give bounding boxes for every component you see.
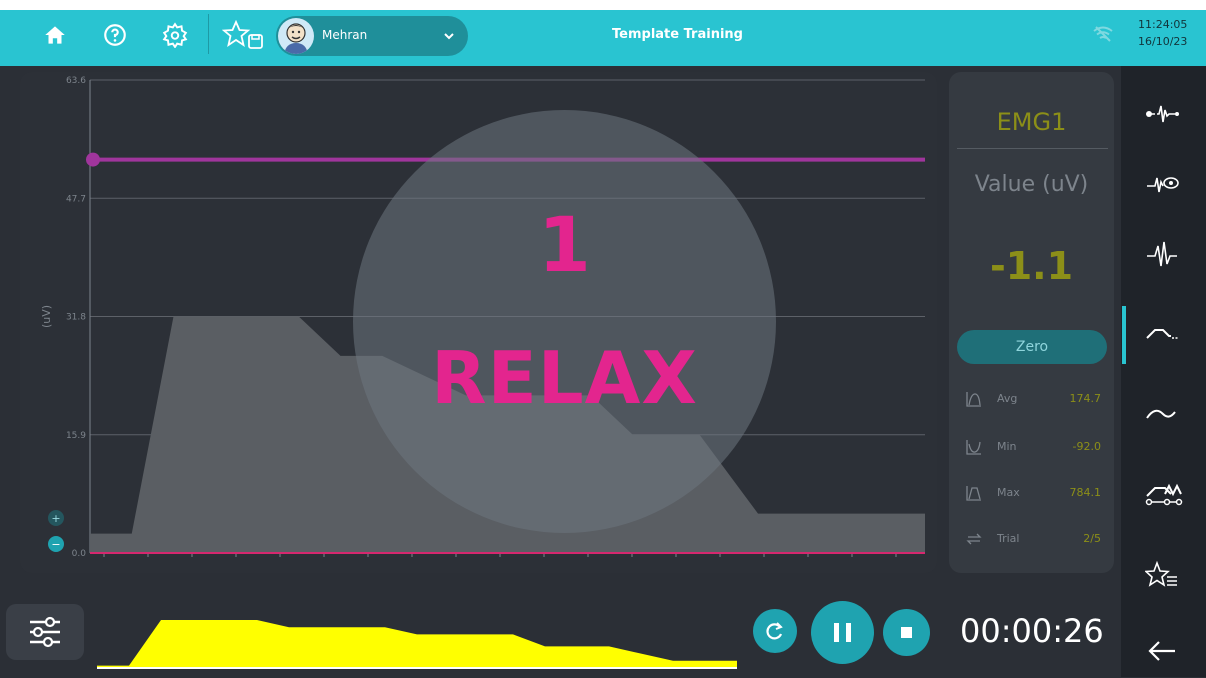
- stat-max: Max 784.1: [965, 482, 1105, 506]
- stat-avg: Avg 174.7: [965, 388, 1105, 412]
- stop-button[interactable]: [883, 609, 930, 656]
- stat-label: Trial: [997, 532, 1020, 545]
- value-readout: -1.1: [989, 244, 1074, 288]
- countdown-number: 1: [538, 200, 591, 289]
- stat-trial: Trial 2/5: [965, 528, 1105, 552]
- avg-icon: [966, 392, 981, 407]
- user-selector[interactable]: Mehran: [276, 16, 468, 56]
- pause-button[interactable]: [811, 601, 874, 664]
- curve-icon: [1146, 409, 1176, 419]
- sidebar-item-favorites[interactable]: [1121, 546, 1206, 602]
- sidebar-item-raw-signal[interactable]: [1121, 226, 1206, 282]
- clock-date: 16/10/23: [1138, 35, 1188, 48]
- y-axis-label: (uV): [40, 305, 53, 328]
- restart-icon: [766, 622, 783, 640]
- clock-time: 11:24:05: [1138, 18, 1188, 31]
- stat-value: 2/5: [1083, 532, 1101, 545]
- y-tick-label: 31.8: [66, 313, 86, 323]
- sidebar-item-emg-signal[interactable]: [1121, 86, 1206, 142]
- sidebar-item-back[interactable]: [1121, 622, 1206, 678]
- restart-button[interactable]: [753, 609, 797, 653]
- template-icon: [1146, 329, 1179, 339]
- sidebar-item-signal-view[interactable]: [1121, 156, 1206, 212]
- instruction-text: RELAX: [431, 336, 698, 420]
- signal-view-icon: [1147, 177, 1179, 193]
- sidebar-item-curve[interactable]: [1121, 386, 1206, 442]
- mini-template-area: [97, 620, 737, 668]
- stat-value: -92.0: [1072, 440, 1101, 453]
- sidebar-item-template[interactable]: [1121, 306, 1206, 362]
- channel-divider: [957, 148, 1108, 149]
- top-edge: [0, 0, 1206, 10]
- raw-signal-icon: [1147, 241, 1177, 267]
- zero-button[interactable]: Zero: [957, 330, 1107, 364]
- trial-icon: [966, 533, 982, 545]
- pause-icon: [834, 623, 851, 642]
- value-label: Value (uV): [974, 172, 1089, 197]
- zoom-out-label: −: [51, 538, 60, 551]
- stat-label: Avg: [997, 392, 1018, 405]
- max-icon: [966, 486, 981, 501]
- min-icon: [966, 440, 981, 455]
- stat-label: Min: [997, 440, 1017, 453]
- user-name: Mehran: [322, 28, 368, 42]
- mini-template-overview: [97, 620, 737, 669]
- session-timer: 00:00:26: [960, 612, 1104, 650]
- toolbar-separator: [208, 14, 209, 54]
- right-sidebar: [1121, 66, 1206, 677]
- y-tick-label: 47.7: [66, 194, 86, 204]
- back-arrow-icon: [1148, 641, 1175, 661]
- stat-label: Max: [997, 486, 1020, 499]
- chevron-down-icon[interactable]: [442, 29, 456, 43]
- sliders-icon: [30, 616, 60, 648]
- stop-icon: [901, 627, 912, 638]
- multi-trial-icon: [1145, 483, 1183, 506]
- settings-icon[interactable]: [162, 22, 188, 48]
- stat-value: 784.1: [1069, 486, 1102, 499]
- threshold-handle: [86, 152, 100, 167]
- page-title: Template Training: [612, 27, 743, 42]
- emg-signal-icon: [1146, 105, 1179, 123]
- favorite-save-icon[interactable]: [222, 20, 266, 50]
- zoom-in-label: +: [51, 512, 60, 525]
- countdown-overlay: [353, 110, 776, 533]
- home-icon[interactable]: [42, 22, 68, 48]
- channel-name: EMG1: [996, 108, 1067, 136]
- y-tick-label: 15.9: [66, 431, 86, 441]
- sidebar-active-indicator: [1122, 306, 1126, 364]
- stat-value: 174.7: [1069, 392, 1102, 405]
- help-icon[interactable]: [102, 22, 128, 48]
- favorites-list-icon: [1145, 560, 1177, 587]
- stat-min: Min -92.0: [965, 436, 1105, 460]
- channel-panel: EMG1 Value (uV) -1.1 Zero Avg 174.7 Min …: [949, 72, 1114, 573]
- y-tick-label: 63.6: [66, 76, 86, 86]
- clock: 11:24:05 16/10/23: [1138, 16, 1187, 50]
- sidebar-item-multi-trial[interactable]: [1121, 466, 1206, 522]
- wifi-off-icon: [1093, 26, 1113, 42]
- avatar: [278, 18, 314, 54]
- chart-settings-button[interactable]: [6, 604, 84, 660]
- y-tick-label: 0.0: [72, 549, 87, 559]
